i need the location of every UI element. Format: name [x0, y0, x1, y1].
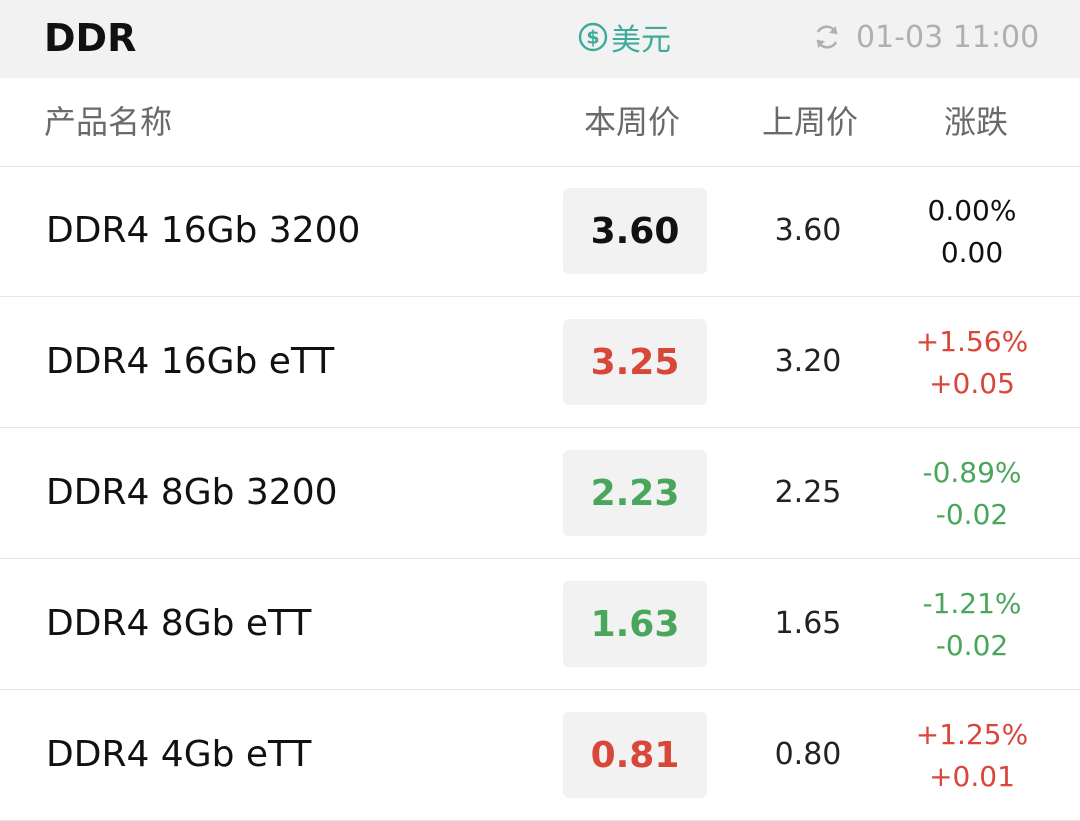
change-amount: +0.01: [929, 760, 1015, 793]
table-row[interactable]: DDR4 8Gb eTT 1.63 1.65 -1.21% -0.02: [0, 559, 1080, 690]
refresh-status[interactable]: 01-03 11:00: [812, 17, 1039, 57]
product-name: DDR4 8Gb 3200: [46, 472, 338, 513]
refresh-icon: [816, 25, 838, 49]
svg-text:$: $: [586, 27, 599, 49]
product-name: DDR4 8Gb eTT: [46, 603, 312, 644]
product-name: DDR4 16Gb 3200: [46, 210, 361, 251]
price-change: 0.00% 0.00: [900, 190, 1044, 274]
previous-price: 2.25: [774, 475, 842, 510]
current-price: 3.25: [563, 319, 707, 405]
current-price: 0.81: [563, 712, 707, 798]
change-percent: -1.21%: [922, 587, 1022, 620]
previous-price: 1.65: [774, 606, 842, 641]
dollar-coin-icon: $: [578, 22, 608, 52]
price-change: +1.56% +0.05: [900, 321, 1044, 405]
change-percent: +1.25%: [915, 718, 1029, 751]
page-title: DDR: [44, 16, 137, 60]
table-header: 产品名称 本周价 上周价 涨跌: [0, 78, 1080, 167]
column-header-change[interactable]: 涨跌: [944, 102, 1008, 142]
change-amount: -0.02: [935, 629, 1009, 662]
product-name: DDR4 4Gb eTT: [46, 734, 312, 775]
table-row[interactable]: DDR4 16Gb 3200 3.60 3.60 0.00% 0.00: [0, 166, 1080, 297]
change-amount: 0.00: [940, 236, 1004, 269]
price-change: +1.25% +0.01: [900, 714, 1044, 798]
column-header-current-price[interactable]: 本周价: [584, 102, 690, 142]
change-percent: +1.56%: [915, 325, 1029, 358]
current-price: 2.23: [563, 450, 707, 536]
previous-price: 3.60: [774, 213, 842, 248]
change-percent: -0.89%: [922, 456, 1022, 489]
change-amount: +0.05: [929, 367, 1015, 400]
price-change: -0.89% -0.02: [900, 452, 1044, 536]
column-header-name[interactable]: 产品名称: [44, 102, 172, 142]
change-percent: 0.00%: [927, 194, 1017, 227]
table-row[interactable]: DDR4 16Gb eTT 3.25 3.20 +1.56% +0.05: [0, 297, 1080, 428]
previous-price: 3.20: [774, 344, 842, 379]
table-row[interactable]: DDR4 8Gb 3200 2.23 2.25 -0.89% -0.02: [0, 428, 1080, 559]
change-amount: -0.02: [935, 498, 1009, 531]
currency-label: 美元: [611, 23, 671, 58]
previous-price: 0.80: [774, 737, 842, 772]
current-price: 3.60: [563, 188, 707, 274]
product-name: DDR4 16Gb eTT: [46, 341, 335, 382]
top-bar: DDR $ 美元 01-03 11:00: [0, 0, 1080, 78]
price-change: -1.21% -0.02: [900, 583, 1044, 667]
updated-time: 01-03 11:00: [856, 19, 1040, 55]
currency-selector[interactable]: $ 美元: [578, 17, 671, 58]
current-price: 1.63: [563, 581, 707, 667]
table-row[interactable]: DDR4 4Gb eTT 0.81 0.80 +1.25% +0.01: [0, 690, 1080, 821]
column-header-previous-price[interactable]: 上周价: [762, 102, 858, 142]
